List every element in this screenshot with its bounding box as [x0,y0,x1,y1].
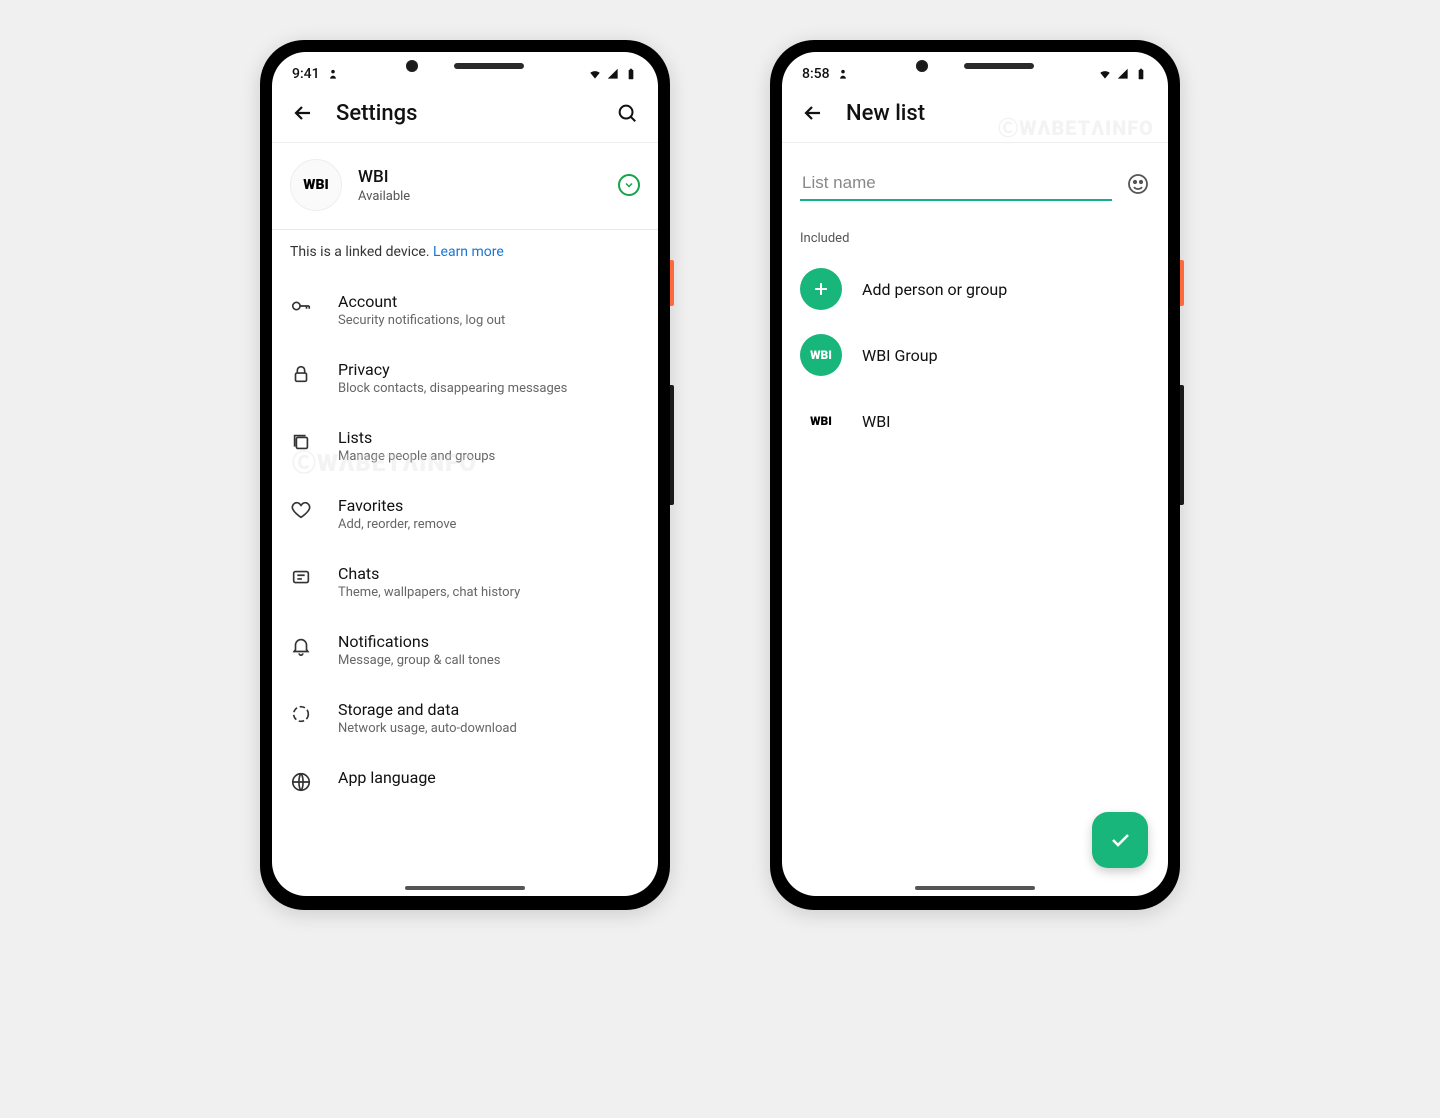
group-avatar: WBI [800,334,842,376]
profile-status: Available [358,189,410,204]
setting-row-app-language[interactable]: App language [272,752,658,809]
setting-sub: Add, reorder, remove [338,517,456,532]
setting-title: App language [338,768,436,787]
status-time: 9:41 [292,66,320,82]
setting-row-chats[interactable]: Chats Theme, wallpapers, chat history [272,548,658,616]
page-title: New list [846,101,1150,126]
app-bar-settings: Settings [272,88,658,142]
signal-icon [606,67,620,81]
app-bar-newlist: New list ⒸWΛBETΛINFO [782,88,1168,142]
phone-right: 8:58 New list ⒸWΛBETΛINFO [770,40,1180,910]
person-avatar: WBI [800,400,842,442]
learn-more-link[interactable]: Learn more [433,244,504,260]
included-item-group[interactable]: WBI WBI Group [782,322,1168,388]
settings-content: WBI WBI Available This is a linked devic… [272,143,658,896]
setting-title: Storage and data [338,700,517,719]
plus-icon [800,268,842,310]
profile-row[interactable]: WBI WBI Available [272,143,658,229]
nav-handle [915,886,1035,890]
confirm-fab[interactable] [1092,812,1148,868]
notch [406,60,524,72]
nav-handle [405,886,525,890]
battery-icon [624,67,638,81]
battery-icon [1134,67,1148,81]
phone-left: 9:41 Settings WBI [260,40,670,910]
setting-sub: Theme, wallpapers, chat history [338,585,520,600]
emoji-button[interactable] [1126,172,1150,196]
chevron-down-circle-icon[interactable] [618,174,640,196]
setting-row-favorites[interactable]: Favorites Add, reorder, remove [272,480,658,548]
setting-row-storage-and-data[interactable]: Storage and data Network usage, auto-down… [272,684,658,752]
setting-title: Notifications [338,632,500,651]
setting-row-privacy[interactable]: Privacy Block contacts, disappearing mess… [272,344,658,412]
linked-device-note: This is a linked device. Learn more [272,230,658,276]
storage-icon [290,703,312,725]
setting-row-account[interactable]: Account Security notifications, log out [272,276,658,344]
add-person-row[interactable]: Add person or group [782,256,1168,322]
setting-sub: Block contacts, disappearing messages [338,381,567,396]
newlist-content: Included Add person or group WBI WBI Gro… [782,143,1168,896]
back-button[interactable] [290,100,316,126]
included-item-label: WBI Group [862,346,938,365]
user-lock-icon [326,67,340,81]
add-person-label: Add person or group [862,280,1007,299]
included-item-person[interactable]: WBI WBI [782,388,1168,454]
settings-list: Account Security notifications, log out Pr… [272,276,658,809]
setting-sub: Network usage, auto-download [338,721,517,736]
setting-row-notifications[interactable]: Notifications Message, group & call tones [272,616,658,684]
screen-newlist: 8:58 New list ⒸWΛBETΛINFO [782,52,1168,896]
avatar: WBI [290,159,342,211]
chat-icon [290,567,312,589]
setting-sub: Security notifications, log out [338,313,505,328]
search-button[interactable] [614,100,640,126]
page-title: Settings [336,101,594,126]
setting-title: Favorites [338,496,456,515]
screen-settings: 9:41 Settings WBI [272,52,658,896]
status-time: 8:58 [802,66,830,82]
setting-title: Privacy [338,360,567,379]
back-button[interactable] [800,100,826,126]
user-lock-icon [836,67,850,81]
setting-sub: Manage people and groups [338,449,495,464]
globe-icon [290,771,312,793]
wifi-icon [1098,67,1112,81]
key-icon [290,295,312,317]
list-name-input[interactable] [800,167,1112,201]
setting-title: Chats [338,564,520,583]
profile-name: WBI [358,167,410,187]
wifi-icon [588,67,602,81]
setting-row-lists[interactable]: Lists Manage people and groups [272,412,658,480]
signal-icon [1116,67,1130,81]
lists-icon [290,431,312,453]
heart-icon [290,499,312,521]
lock-icon [290,363,312,385]
bell-icon [290,635,312,657]
section-included-label: Included [782,205,1168,256]
setting-title: Lists [338,428,495,447]
included-item-label: WBI [862,412,891,431]
notch [916,60,1034,72]
setting-sub: Message, group & call tones [338,653,500,668]
setting-title: Account [338,292,505,311]
